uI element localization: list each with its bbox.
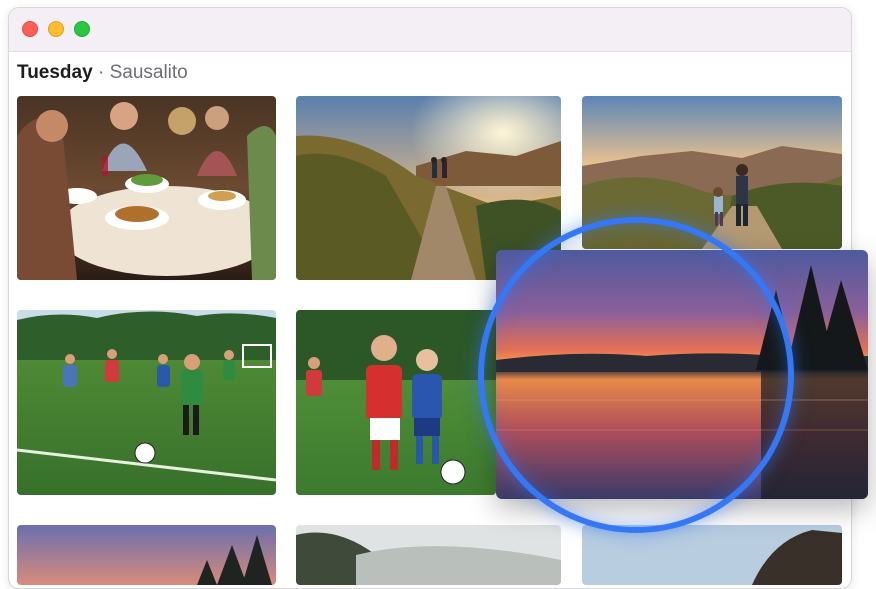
photo-thumbnail-soccer-closeup[interactable] (296, 310, 496, 495)
photo-thumbnail-hiking-family[interactable] (582, 96, 842, 249)
photo-thumbnail-sunset-trees[interactable] (17, 525, 276, 585)
section-separator: · (92, 62, 110, 83)
title-bar[interactable] (9, 8, 851, 52)
section-day: Tuesday (17, 62, 93, 83)
section-place: Sausalito (109, 62, 188, 83)
soccer-game-image (17, 310, 276, 495)
close-button[interactable] (22, 21, 38, 37)
photo-thumbnail-dinner[interactable] (17, 96, 276, 280)
rock-silhouette-image (582, 525, 842, 585)
zoom-button[interactable] (74, 21, 90, 37)
lake-sunset-image (496, 250, 868, 499)
zoomed-photo-lake-sunset[interactable] (496, 250, 868, 499)
photo-thumbnail-misty-hills[interactable] (296, 525, 561, 585)
soccer-closeup-image (296, 310, 496, 495)
section-header: Tuesday · Sausalito (17, 62, 188, 84)
minimize-button[interactable] (48, 21, 64, 37)
dinner-image (17, 96, 276, 280)
photo-thumbnail-soccer-game[interactable] (17, 310, 276, 495)
misty-hills-image (296, 525, 561, 585)
hiking-family-image (582, 96, 842, 249)
photo-thumbnail-rock-silhouette[interactable] (582, 525, 842, 585)
sunset-trees-image (17, 525, 276, 585)
